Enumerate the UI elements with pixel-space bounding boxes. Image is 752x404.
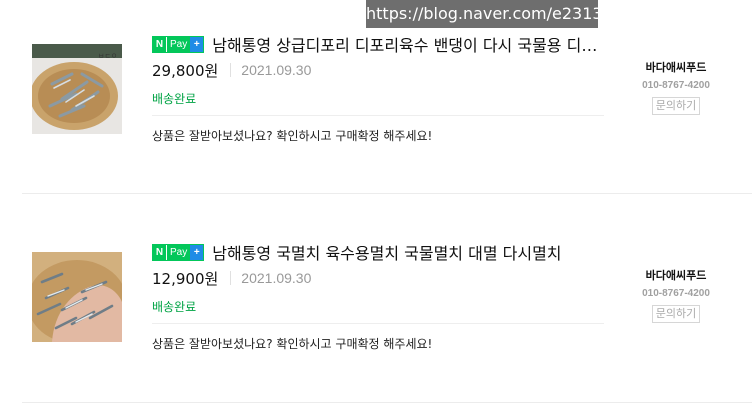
seller-phone: 010-8767-4200: [642, 80, 710, 91]
product-price: 29,800원: [152, 61, 219, 80]
order-divider: [22, 193, 752, 194]
seller-phone: 010-8767-4200: [642, 288, 710, 299]
product-price: 12,900원: [152, 269, 219, 288]
divider: [152, 115, 604, 116]
order-divider: [22, 402, 752, 403]
svg-text:ㅂㄷㅇ: ㅂㄷㅇ: [98, 52, 117, 60]
product-thumbnail-dried-fish[interactable]: ㅂㄷㅇ: [32, 44, 122, 134]
product-title-link[interactable]: 남해통영 상급디포리 디포리육수 밴댕이 다시 국물용 디포리: [212, 32, 602, 56]
product-title-link[interactable]: 남해통영 국멸치 육수용멸치 국물멸치 대멸 다시멸치: [212, 240, 561, 264]
confirm-purchase-message: 상품은 잘받아보셨나요? 확인하시고 구매확정 해주세요!: [152, 337, 433, 351]
separator: [230, 271, 232, 285]
order-item: N Pay + 남해통영 국멸치 육수용멸치 국물멸치 대멸 다시멸치 12,9…: [0, 240, 752, 400]
delivery-status: 배송완료: [152, 300, 197, 314]
blog-watermark: https://blog.naver.com/e2313: [366, 0, 603, 28]
order-date: 2021.09.30: [241, 62, 312, 78]
seller-info: 바다애씨푸드 010-8767-4200 문의하기: [620, 60, 732, 115]
delivery-status: 배송완료: [152, 92, 197, 106]
seller-name[interactable]: 바다애씨푸드: [620, 60, 732, 76]
confirm-purchase-message: 상품은 잘받아보셨나요? 확인하시고 구매확정 해주세요!: [152, 129, 433, 143]
divider: [152, 323, 604, 324]
inquiry-button[interactable]: 문의하기: [651, 305, 701, 323]
product-thumbnail-anchovy[interactable]: [32, 252, 122, 342]
npay-badge: N Pay +: [152, 35, 205, 53]
order-item: ㅂㄷㅇ N Pay + 남해통영 상급디포리 디포리육수 밴댕이 다시 국물용 …: [0, 32, 752, 192]
npay-badge: N Pay +: [152, 243, 205, 261]
order-date: 2021.09.30: [241, 270, 312, 286]
seller-info: 바다애씨푸드 010-8767-4200 문의하기: [620, 268, 732, 323]
seller-name[interactable]: 바다애씨푸드: [620, 268, 732, 284]
separator: [230, 63, 232, 77]
inquiry-button[interactable]: 문의하기: [651, 97, 701, 115]
